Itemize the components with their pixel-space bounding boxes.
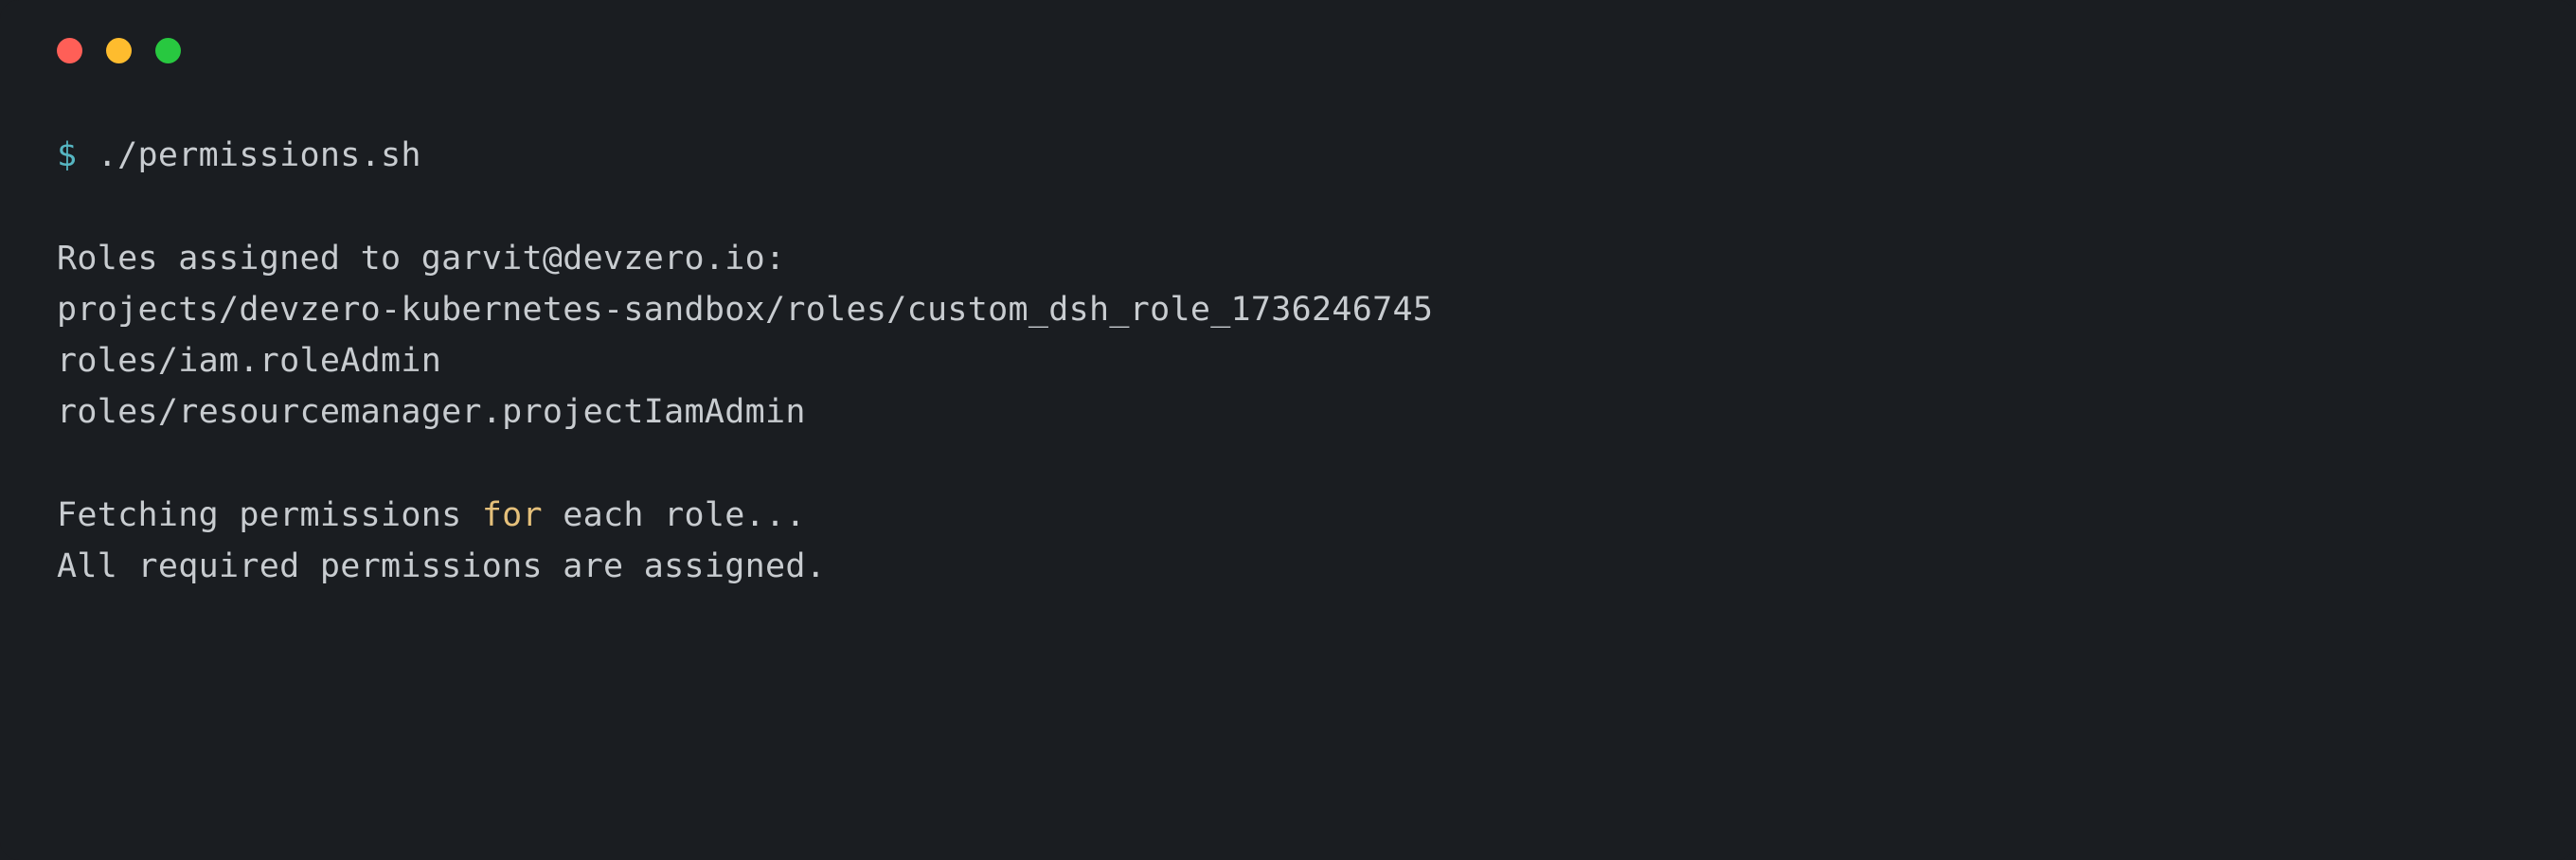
minimize-icon[interactable] xyxy=(106,38,132,63)
fetching-line: Fetching permissions for each role... xyxy=(57,490,2519,541)
roles-header: Roles assigned to garvit@devzero.io: xyxy=(57,233,2519,284)
prompt-symbol: $ xyxy=(57,136,77,174)
role-line: roles/resourcemanager.projectIamAdmin xyxy=(57,386,2519,438)
blank-line xyxy=(57,439,2519,490)
blank-line xyxy=(57,181,2519,232)
role-line: projects/devzero-kubernetes-sandbox/role… xyxy=(57,284,2519,335)
role-line: roles/iam.roleAdmin xyxy=(57,335,2519,386)
maximize-icon[interactable] xyxy=(155,38,181,63)
fetching-suffix: each role... xyxy=(543,496,806,534)
terminal-window: $ ./permissions.sh Roles assigned to gar… xyxy=(0,0,2576,860)
for-keyword: for xyxy=(482,496,543,534)
command-line: $ ./permissions.sh xyxy=(57,130,2519,181)
terminal-content[interactable]: $ ./permissions.sh Roles assigned to gar… xyxy=(0,63,2576,592)
command-text: ./permissions.sh xyxy=(98,136,421,174)
window-controls xyxy=(0,0,2576,63)
result-line: All required permissions are assigned. xyxy=(57,541,2519,592)
close-icon[interactable] xyxy=(57,38,82,63)
fetching-prefix: Fetching permissions xyxy=(57,496,482,534)
